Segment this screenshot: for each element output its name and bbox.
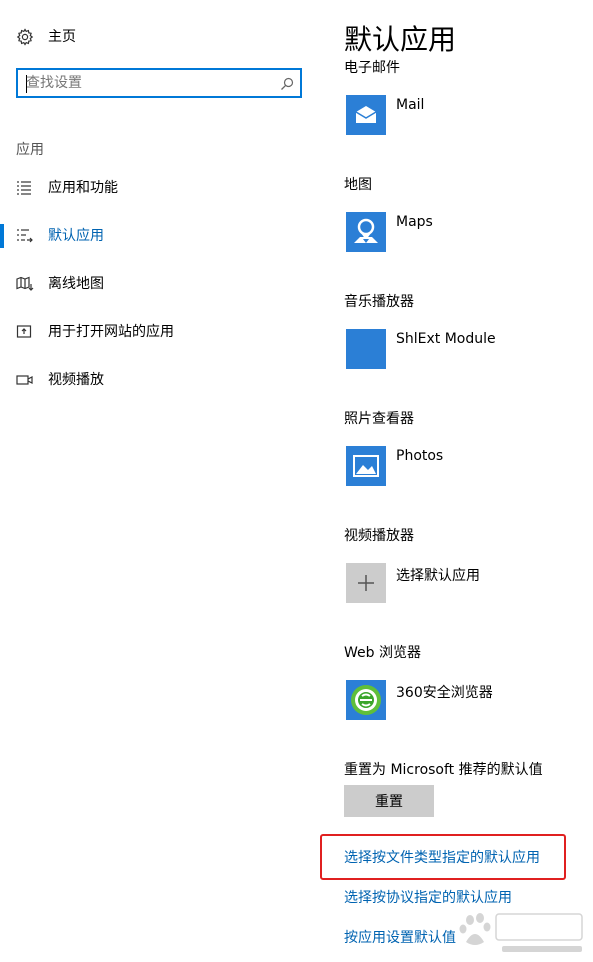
sidebar-item-label: 离线地图 xyxy=(48,276,104,292)
category-label: 应用 xyxy=(16,142,44,158)
home-label: 主页 xyxy=(48,29,76,45)
photos-icon xyxy=(346,455,386,490)
music-app-tile[interactable] xyxy=(346,329,386,369)
sidebar-item-offline-maps[interactable]: 离线地图 xyxy=(0,264,320,304)
email-heading: 电子邮件 xyxy=(344,60,400,76)
home-nav-item[interactable]: 主页 xyxy=(0,17,320,57)
search-input[interactable] xyxy=(26,73,276,93)
maps-icon xyxy=(346,218,386,256)
browser-app-tile[interactable] xyxy=(346,680,386,720)
email-app-tile[interactable] xyxy=(346,95,386,135)
sidebar-item-label: 视频播放 xyxy=(48,372,104,388)
gear-icon xyxy=(16,28,34,46)
music-heading: 音乐播放器 xyxy=(344,294,414,310)
set-defaults-by-app-link[interactable]: 按应用设置默认值 xyxy=(344,927,456,947)
music-app-name[interactable]: ShlExt Module xyxy=(396,331,496,347)
photos-heading: 照片查看器 xyxy=(344,411,414,427)
reset-button[interactable]: 重置 xyxy=(344,785,434,817)
sidebar-item-video-playback[interactable]: 视频播放 xyxy=(0,360,320,400)
email-app-name[interactable]: Mail xyxy=(396,97,424,113)
plus-icon xyxy=(346,575,386,607)
video-app-name[interactable]: 选择默认应用 xyxy=(396,565,480,585)
sidebar-item-label: 应用和功能 xyxy=(48,180,118,196)
browser-360-icon xyxy=(346,685,386,724)
page-title: 默认应用 xyxy=(344,23,457,56)
video-player-heading: 视频播放器 xyxy=(344,528,414,544)
video-icon xyxy=(16,371,34,389)
search-box[interactable] xyxy=(16,68,302,98)
sidebar-item-label: 默认应用 xyxy=(48,228,104,244)
choose-default-app-tile[interactable] xyxy=(346,563,386,603)
maps-heading: 地图 xyxy=(344,177,372,193)
sidebar-item-apps-for-websites[interactable]: 用于打开网站的应用 xyxy=(0,312,320,352)
mail-icon xyxy=(346,106,386,139)
open-website-icon xyxy=(16,323,34,341)
offline-map-icon xyxy=(16,275,34,293)
reset-heading: 重置为 Microsoft 推荐的默认值 xyxy=(344,762,543,778)
list-icon xyxy=(16,179,34,197)
browser-app-name[interactable]: 360安全浏览器 xyxy=(396,682,493,702)
choose-by-file-type-link[interactable]: 选择按文件类型指定的默认应用 xyxy=(344,847,540,867)
photos-app-name[interactable]: Photos xyxy=(396,448,443,464)
baidu-watermark-logo xyxy=(452,906,592,958)
sidebar-item-default-apps[interactable]: 默认应用 xyxy=(0,216,320,256)
sidebar-item-label: 用于打开网站的应用 xyxy=(48,324,174,340)
maps-app-tile[interactable] xyxy=(346,212,386,252)
browser-heading: Web 浏览器 xyxy=(344,645,421,661)
photos-app-tile[interactable] xyxy=(346,446,386,486)
default-apps-icon xyxy=(16,227,34,245)
maps-app-name[interactable]: Maps xyxy=(396,214,433,230)
sidebar-item-apps-features[interactable]: 应用和功能 xyxy=(0,168,320,208)
search-icon[interactable] xyxy=(280,76,294,90)
choose-by-protocol-link[interactable]: 选择按协议指定的默认应用 xyxy=(344,887,512,907)
